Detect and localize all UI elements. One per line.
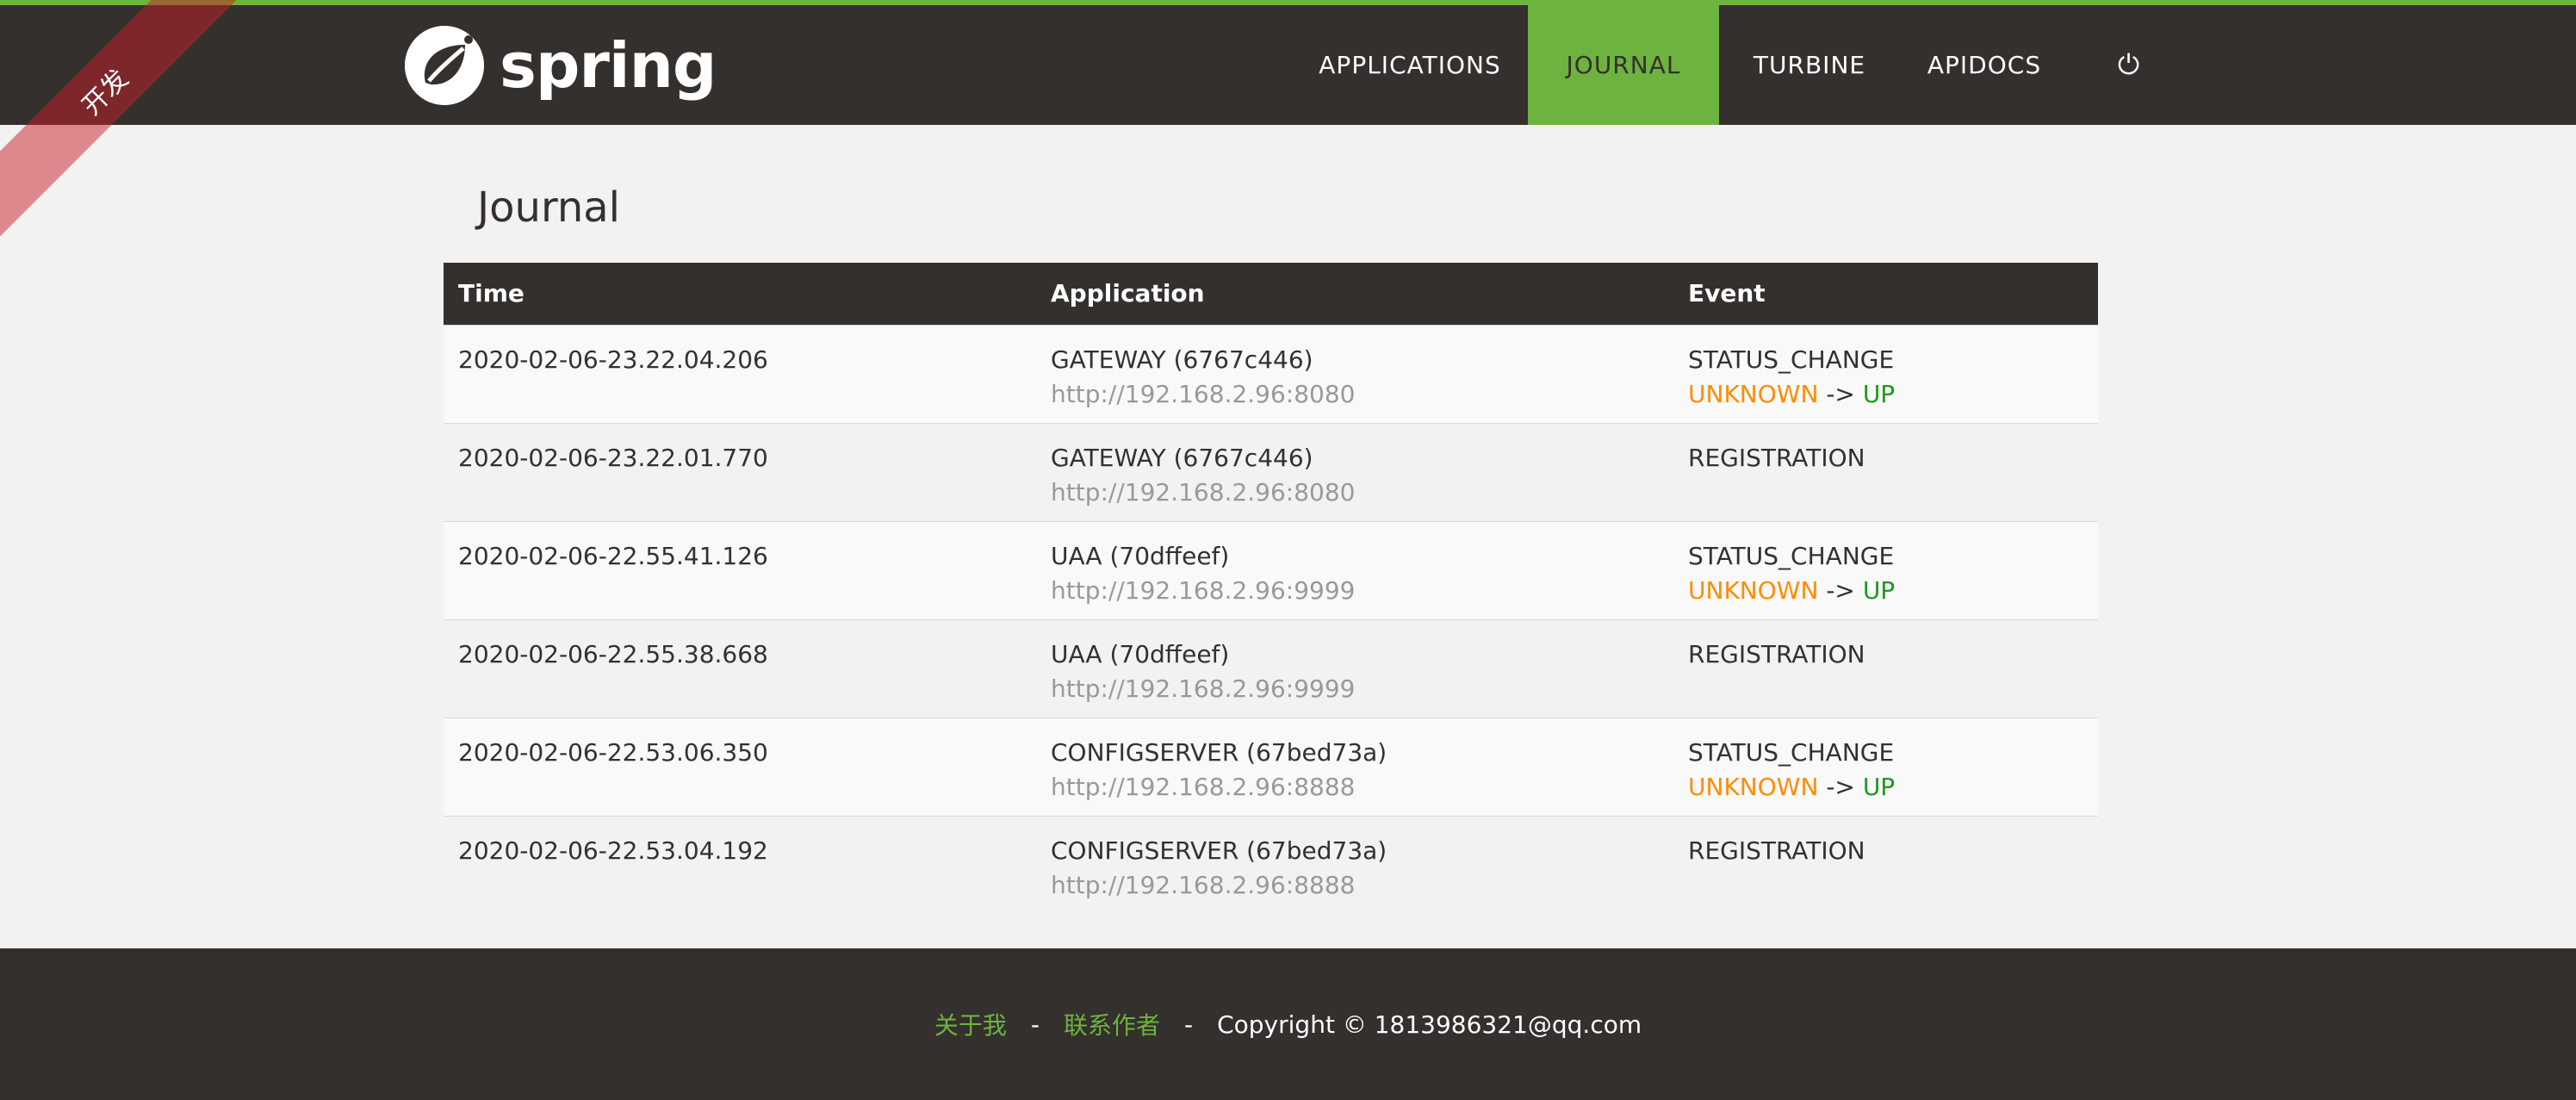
- table-row: 2020-02-06-22.55.41.126 UAA (70dffeef) h…: [444, 520, 2098, 619]
- application-url: http://192.168.2.96:8080: [1051, 379, 1356, 408]
- event-name: REGISTRATION: [1688, 639, 1865, 668]
- copyright-text: Copyright © 1813986321@qq.com: [1217, 1010, 1642, 1039]
- about-me-link[interactable]: 关于我: [934, 1007, 1007, 1041]
- top-navbar: spring APPLICATIONS JOURNAL TURBINE APID…: [0, 0, 2576, 125]
- header-application: Application: [1051, 279, 1205, 308]
- nav-turbine[interactable]: TURBINE: [1719, 5, 1900, 125]
- event-application: CONFIGSERVER (67bed73a) http://192.168.2…: [1036, 717, 1673, 816]
- header-event: Event: [1688, 279, 1766, 308]
- event-application: GATEWAY (6767c446) http://192.168.2.96:8…: [1036, 422, 1673, 521]
- status-change: UNKNOWN -> UP: [1688, 377, 2083, 412]
- event-application: UAA (70dffeef) http://192.168.2.96:9999: [1036, 618, 1673, 718]
- application-name[interactable]: UAA (70dffeef): [1051, 637, 1659, 672]
- table-row: 2020-02-06-23.22.01.770 GATEWAY (6767c44…: [444, 422, 2098, 521]
- event-name: STATUS_CHANGE: [1688, 737, 1895, 767]
- application-url: http://192.168.2.96:8080: [1051, 477, 1356, 506]
- event-time: 2020-02-06-23.22.01.770: [444, 422, 1036, 521]
- event-type: STATUS_CHANGE UNKNOWN -> UP: [1673, 717, 2098, 816]
- status-change: UNKNOWN -> UP: [1688, 574, 2083, 608]
- spring-leaf-icon: [405, 26, 484, 105]
- event-application: CONFIGSERVER (67bed73a) http://192.168.2…: [1036, 815, 1673, 914]
- table-row: 2020-02-06-22.55.38.668 UAA (70dffeef) h…: [444, 618, 2098, 718]
- table-row: 2020-02-06-23.22.04.206 GATEWAY (6767c44…: [444, 324, 2098, 423]
- event-time: 2020-02-06-23.22.04.206: [444, 324, 1036, 423]
- brand-name: spring: [500, 29, 717, 102]
- table-header-row: Time Application Event: [444, 263, 2098, 325]
- contact-author-link[interactable]: 联系作者: [1064, 1007, 1160, 1041]
- event-application: UAA (70dffeef) http://192.168.2.96:9999: [1036, 520, 1673, 619]
- event-application: GATEWAY (6767c446) http://192.168.2.96:8…: [1036, 324, 1673, 423]
- event-time: 2020-02-06-22.55.41.126: [444, 520, 1036, 619]
- status-arrow: ->: [1826, 575, 1855, 605]
- status-change: UNKNOWN -> UP: [1688, 770, 2083, 805]
- page-footer: 关于我 - 联系作者 - Copyright © 1813986321@qq.c…: [0, 948, 2576, 1100]
- nav-apidocs[interactable]: APIDOCS: [1900, 5, 2069, 125]
- footer-separator: -: [1184, 1010, 1194, 1039]
- application-name[interactable]: CONFIGSERVER (67bed73a): [1051, 834, 1659, 868]
- page-title: Journal: [477, 183, 621, 232]
- status-to: UP: [1862, 575, 1896, 605]
- main-nav: APPLICATIONS JOURNAL TURBINE APIDOCS ⏻: [1292, 5, 2189, 125]
- event-name: REGISTRATION: [1688, 836, 1865, 865]
- status-from: UNKNOWN: [1688, 772, 1819, 801]
- status-to: UP: [1862, 772, 1896, 801]
- application-url: http://192.168.2.96:9999: [1051, 674, 1356, 703]
- event-name: STATUS_CHANGE: [1688, 345, 1895, 374]
- header-time: Time: [458, 279, 525, 308]
- event-type: REGISTRATION: [1673, 422, 2098, 521]
- status-arrow: ->: [1826, 379, 1855, 408]
- nav-applications[interactable]: APPLICATIONS: [1292, 5, 1528, 125]
- nav-journal[interactable]: JOURNAL: [1528, 5, 1719, 125]
- journal-table: Time Application Event 2020-02-06-23.22.…: [444, 263, 2098, 914]
- application-name[interactable]: UAA (70dffeef): [1051, 539, 1659, 574]
- application-url: http://192.168.2.96:8888: [1051, 870, 1356, 899]
- event-type: REGISTRATION: [1673, 815, 2098, 914]
- event-time: 2020-02-06-22.55.38.668: [444, 618, 1036, 718]
- event-time: 2020-02-06-22.53.04.192: [444, 815, 1036, 914]
- event-time: 2020-02-06-22.53.06.350: [444, 717, 1036, 816]
- application-url: http://192.168.2.96:9999: [1051, 575, 1356, 605]
- event-type: STATUS_CHANGE UNKNOWN -> UP: [1673, 324, 2098, 423]
- event-name: STATUS_CHANGE: [1688, 541, 1895, 570]
- event-type: STATUS_CHANGE UNKNOWN -> UP: [1673, 520, 2098, 619]
- status-from: UNKNOWN: [1688, 575, 1819, 605]
- table-row: 2020-02-06-22.53.04.192 CONFIGSERVER (67…: [444, 815, 2098, 914]
- footer-separator: -: [1030, 1010, 1040, 1039]
- event-type: REGISTRATION: [1673, 618, 2098, 718]
- spring-logo[interactable]: spring: [405, 22, 717, 109]
- application-name[interactable]: GATEWAY (6767c446): [1051, 441, 1659, 475]
- table-row: 2020-02-06-22.53.06.350 CONFIGSERVER (67…: [444, 717, 2098, 816]
- status-from: UNKNOWN: [1688, 379, 1819, 408]
- status-to: UP: [1862, 379, 1896, 408]
- application-name[interactable]: CONFIGSERVER (67bed73a): [1051, 736, 1659, 770]
- application-name[interactable]: GATEWAY (6767c446): [1051, 343, 1659, 377]
- status-arrow: ->: [1826, 772, 1855, 801]
- event-name: REGISTRATION: [1688, 443, 1865, 472]
- application-url: http://192.168.2.96:8888: [1051, 772, 1356, 801]
- logout-power-icon[interactable]: ⏻: [2069, 5, 2189, 125]
